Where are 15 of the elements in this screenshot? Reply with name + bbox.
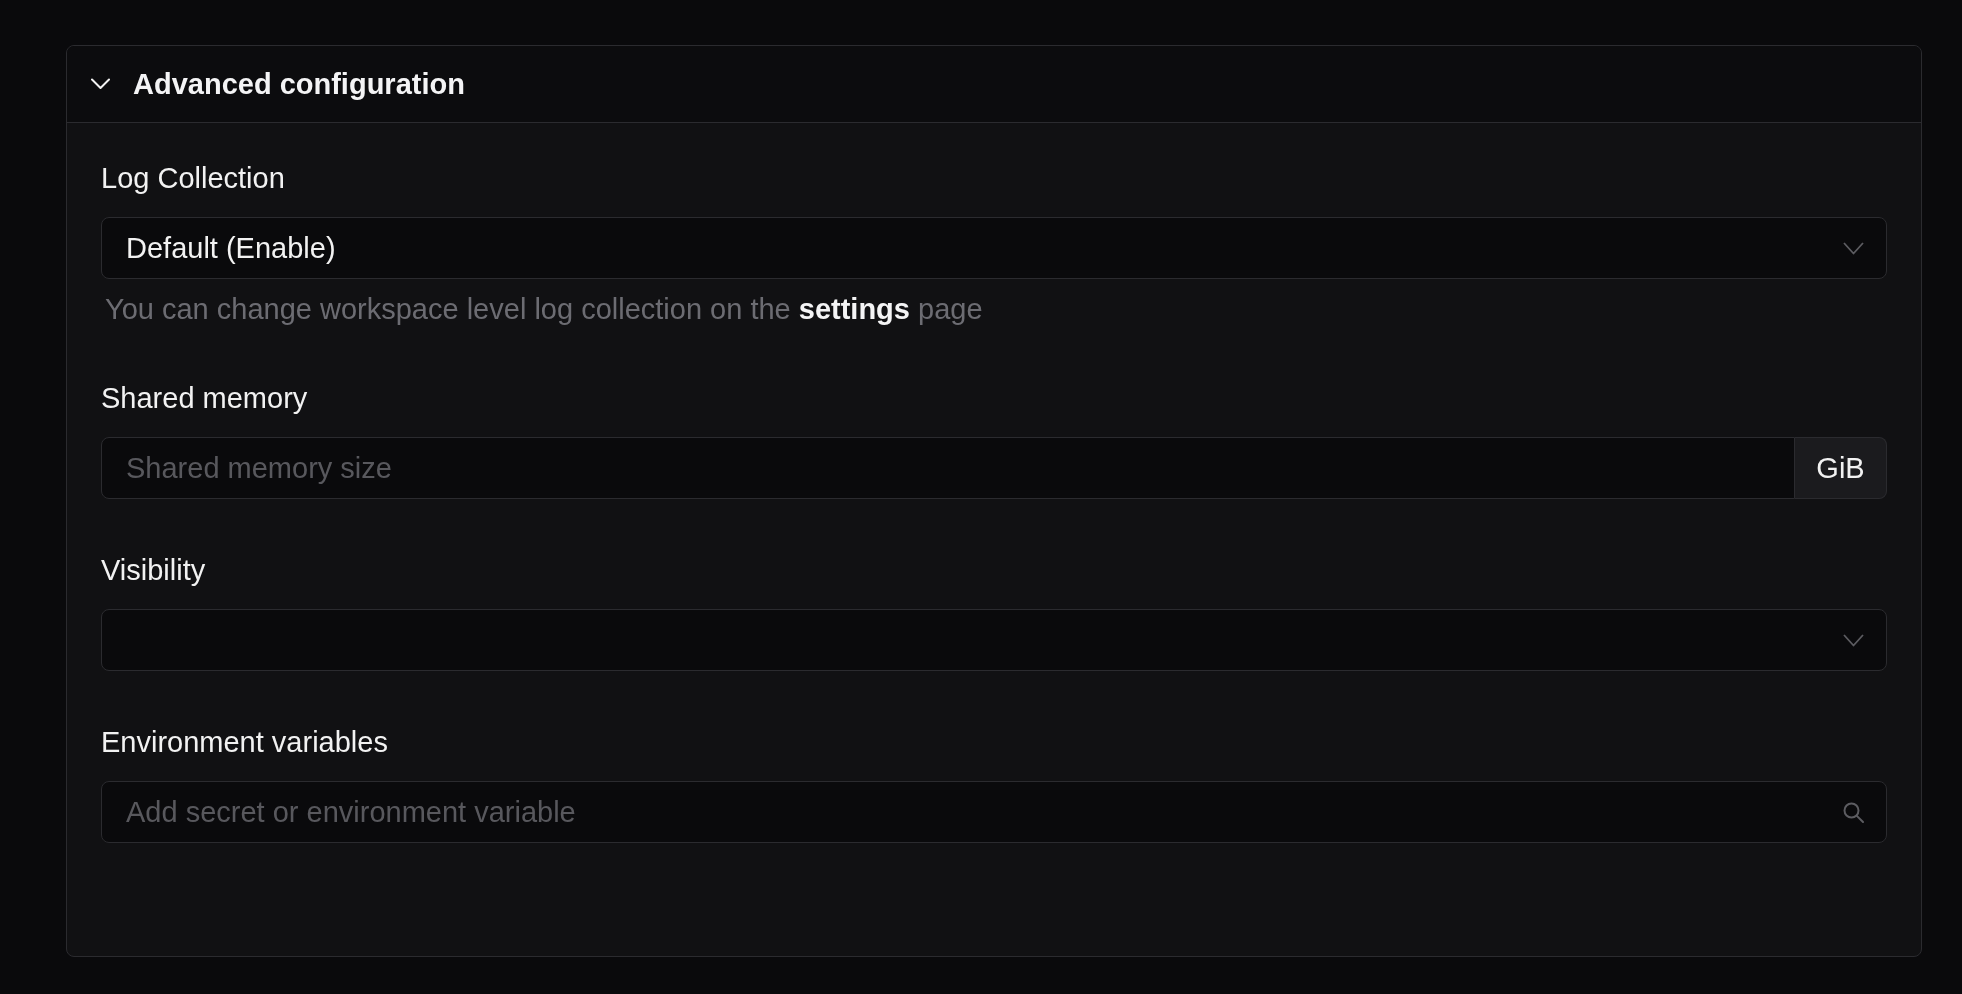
- settings-link[interactable]: settings: [798, 293, 910, 325]
- helper-text: You can change workspace level log collection on the settings page: [104, 292, 983, 327]
- dropdown-select[interactable]: Default (Enable): [101, 217, 1887, 279]
- field-label: Environment variables: [101, 725, 388, 760]
- text-input[interactable]: Shared memory size: [101, 437, 1795, 499]
- section-toggle[interactable]: Advanced configuration: [91, 66, 465, 102]
- search-icon: [1843, 802, 1864, 823]
- field-label: Log Collection: [101, 161, 285, 196]
- unit-addon: GiB: [1795, 437, 1887, 499]
- chevron-down-icon: [1843, 241, 1864, 255]
- search-input[interactable]: Add secret or environment variable: [101, 781, 1887, 843]
- field-label: Visibility: [101, 553, 206, 588]
- chevron-down-icon: [1843, 633, 1864, 647]
- dropdown-select[interactable]: [101, 609, 1887, 671]
- field-label: Shared memory: [101, 381, 308, 416]
